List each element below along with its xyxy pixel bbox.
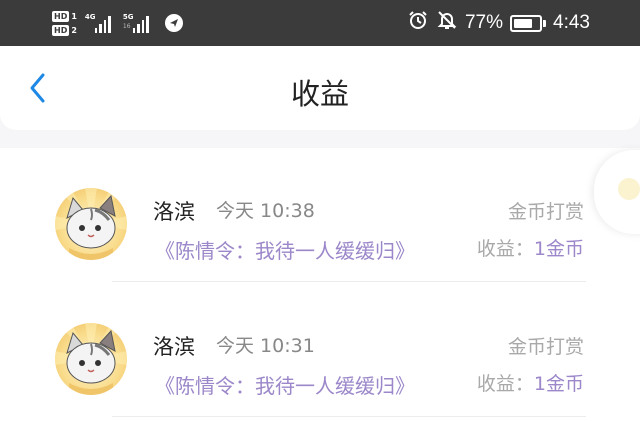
- income-value: 1金币: [533, 238, 584, 260]
- navigation-header: 收益: [0, 46, 640, 130]
- alarm-icon: [407, 9, 429, 37]
- avatar[interactable]: [55, 323, 127, 395]
- status-bar-right: 77% 4:43: [407, 0, 590, 46]
- assistant-icon: [618, 178, 640, 200]
- divider: [112, 281, 586, 282]
- status-bar: HD 1 HD 2 4G 5G 16 77% 4:43: [0, 0, 640, 46]
- hd-indicators: HD 1 HD 2: [52, 10, 77, 36]
- book-title-link[interactable]: 《陈情令：我待一人缓缓归》: [155, 370, 415, 399]
- income-value: 1金币: [533, 373, 584, 395]
- record-time: 今天 10:38: [216, 200, 315, 222]
- signal-icon-4g: 4G: [85, 13, 115, 33]
- page-title: 收益: [290, 77, 349, 111]
- hd-num-1: 1: [71, 11, 77, 21]
- income-label: 收益：: [476, 238, 534, 260]
- reward-type: 金币打赏: [507, 201, 584, 223]
- income-amount: 收益：1金币: [477, 369, 584, 396]
- record-time: 今天 10:31: [216, 335, 315, 357]
- status-bar-left: HD 1 HD 2 4G 5G 16: [52, 6, 183, 40]
- mute-icon: [436, 9, 458, 37]
- battery-icon: [510, 14, 547, 32]
- book-title-link[interactable]: 《陈情令：我待一人缓缓归》: [155, 235, 415, 264]
- reward-type: 金币打赏: [507, 336, 584, 358]
- sender-name: 洛滨: [153, 200, 195, 224]
- income-record[interactable]: 洛滨 今天 10:38 《陈情令：我待一人缓缓归》 金币打赏 收益：1金币: [0, 148, 640, 282]
- signal-icon-5g: 5G 16: [123, 13, 153, 33]
- clock: 4:43: [553, 12, 590, 33]
- battery-percent: 77%: [464, 12, 504, 33]
- divider: [112, 416, 586, 417]
- avatar[interactable]: [55, 188, 127, 260]
- sender-name: 洛滨: [153, 335, 195, 359]
- hd-badge-2: HD: [52, 24, 70, 36]
- hd-num-2: 2: [71, 25, 77, 35]
- income-amount: 收益：1金币: [477, 234, 584, 261]
- income-label: 收益：: [476, 373, 534, 395]
- location-service-icon: [164, 14, 183, 32]
- network-sub-label: 16: [122, 23, 131, 30]
- hd-badge-1: HD: [52, 10, 70, 22]
- income-list: 洛滨 今天 10:38 《陈情令：我待一人缓缓归》 金币打赏 收益：1金币 洛滨…: [0, 148, 640, 421]
- income-record[interactable]: 洛滨 今天 10:31 《陈情令：我待一人缓缓归》 金币打赏 收益：1金币: [0, 283, 640, 417]
